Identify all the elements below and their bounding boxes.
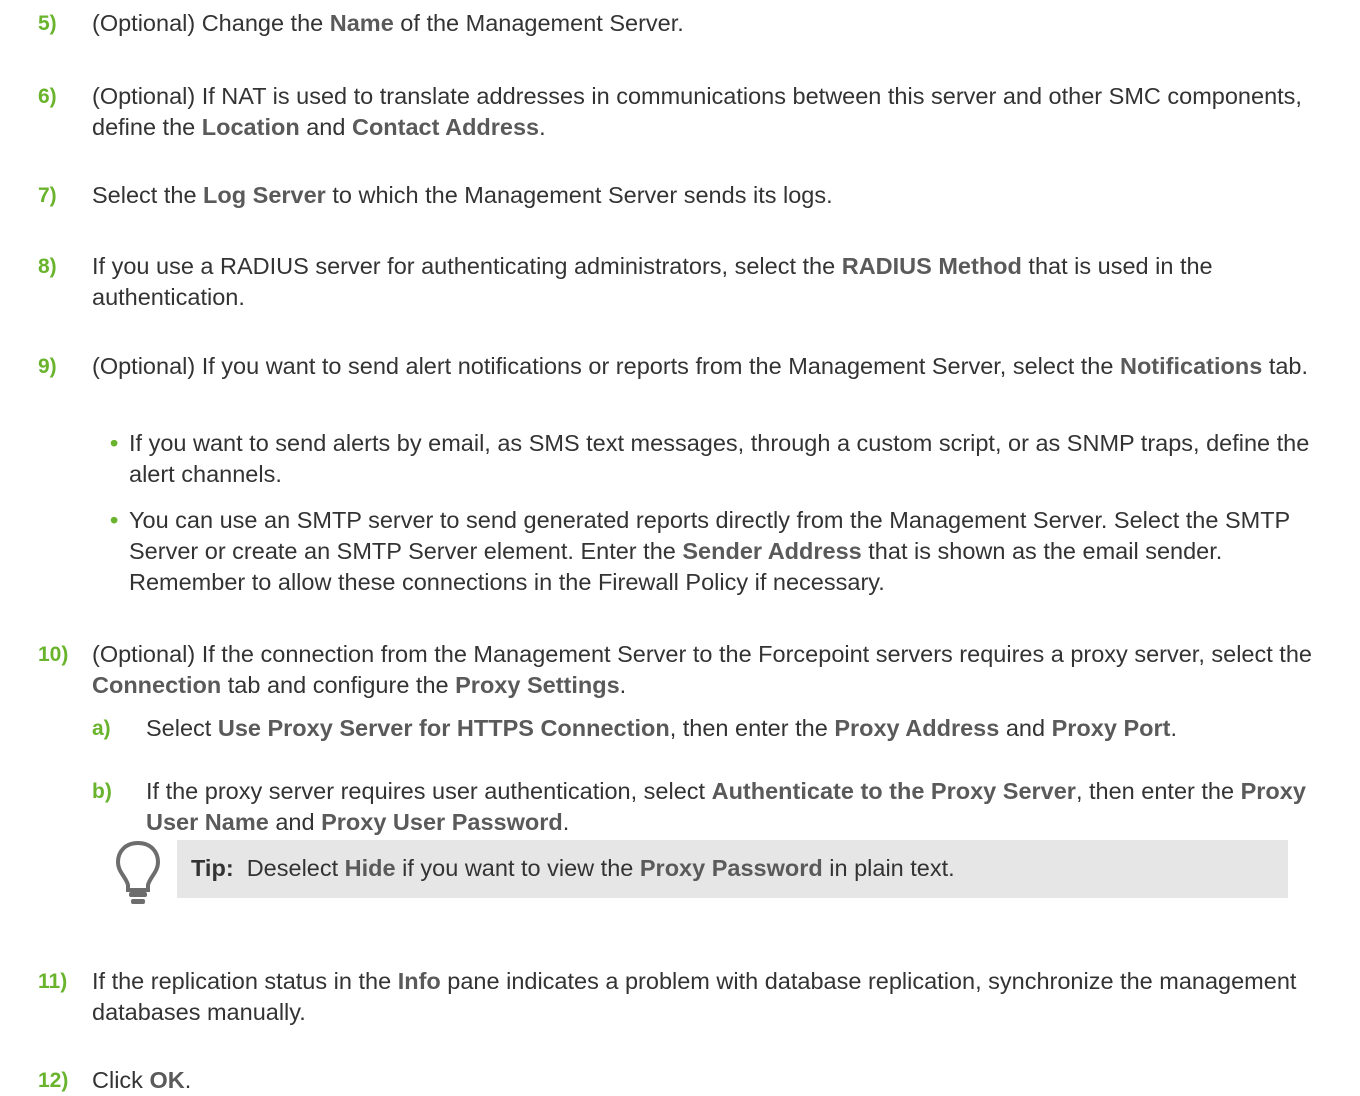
- substep-letter: b): [92, 780, 112, 803]
- step-text: If the replication status in the Info pa…: [92, 968, 1297, 1025]
- step-text: (Optional) If the connection from the Ma…: [92, 641, 1312, 698]
- ui-term: Info: [397, 968, 441, 994]
- tip-label: Tip:: [191, 855, 234, 881]
- ui-term: Location: [201, 114, 300, 140]
- ui-term: Sender Address: [682, 538, 862, 564]
- ui-term: Proxy Password: [639, 855, 823, 881]
- step-text: Click OK.: [92, 1067, 192, 1093]
- bullet-icon: •: [110, 430, 119, 456]
- ui-term: OK: [149, 1067, 185, 1093]
- ui-term: Use Proxy Server for HTTPS Connection: [217, 715, 670, 741]
- step-number: 9): [38, 355, 57, 378]
- ui-term: Log Server: [203, 182, 326, 208]
- tip-box: Tip: Deselect Hide if you want to view t…: [177, 840, 1288, 898]
- step-text: (Optional) If you want to send alert not…: [92, 353, 1309, 379]
- step-text: If you use a RADIUS server for authentic…: [92, 253, 1213, 310]
- step-number: 11): [38, 970, 68, 993]
- step-number: 8): [38, 255, 57, 278]
- step-number: 10): [38, 643, 69, 666]
- ui-term: Hide: [344, 855, 396, 881]
- step-number: 6): [38, 85, 57, 108]
- ui-term: Proxy Settings: [455, 672, 620, 698]
- bullet-icon: •: [110, 507, 119, 533]
- ui-term: Contact Address: [351, 114, 540, 140]
- ui-term: Proxy Port: [1051, 715, 1171, 741]
- ui-term: Proxy User Password: [321, 809, 563, 835]
- tip-text: Tip: Deselect Hide if you want to view t…: [191, 855, 955, 881]
- ui-term: Authenticate to the Proxy Server: [711, 778, 1076, 804]
- ui-term: RADIUS Method: [841, 253, 1022, 279]
- step-number: 12): [38, 1069, 69, 1092]
- step-text: Select the Log Server to which the Manag…: [92, 182, 833, 208]
- step-text: (Optional) If NAT is used to translate a…: [92, 83, 1302, 140]
- ui-term: Name: [329, 10, 394, 36]
- ui-term: Notifications: [1119, 353, 1263, 379]
- lightbulb-icon: [115, 840, 161, 904]
- bullet-item: • If you want to send alerts by email, a…: [110, 430, 1310, 487]
- document-page: 5) (Optional) Change the Name of the Man…: [0, 0, 1360, 1096]
- step-number: 7): [38, 184, 57, 207]
- ui-term: Connection: [92, 672, 222, 698]
- substep-letter: a): [92, 717, 111, 740]
- bullet-item: • You can use an SMTP server to send gen…: [110, 507, 1290, 595]
- step-text: (Optional) Change the Name of the Manage…: [92, 10, 684, 36]
- substep-text: Select Use Proxy Server for HTTPS Connec…: [146, 715, 1177, 741]
- step-number: 5): [38, 12, 57, 35]
- substep-text: If the proxy server requires user authen…: [146, 778, 1306, 835]
- ui-term: Proxy Address: [834, 715, 1000, 741]
